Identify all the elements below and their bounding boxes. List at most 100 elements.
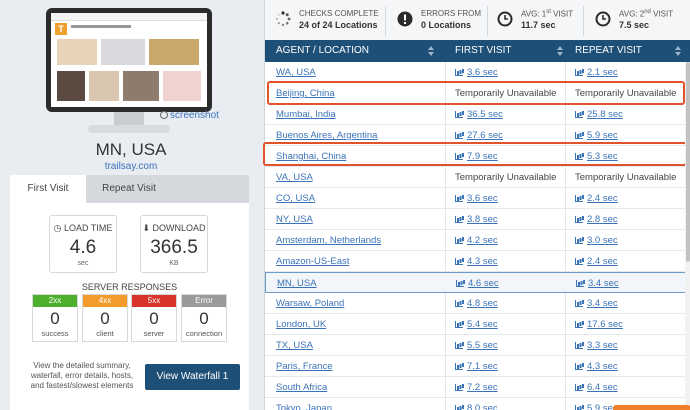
- agent-link[interactable]: WA, USA: [276, 62, 316, 83]
- first-visit-column-header[interactable]: FIRST VISIT: [455, 40, 565, 62]
- table-row[interactable]: WA, USA 3.6 sec 2.1 sec: [265, 62, 690, 83]
- table-row[interactable]: London, UK 5.4 sec 17.6 sec: [265, 314, 690, 335]
- table-row[interactable]: Warsaw, Poland 4.8 sec 3.4 sec: [265, 293, 690, 314]
- download-stat: ⬇ DOWNLOAD 366.5 KB: [140, 215, 208, 273]
- agent-link[interactable]: London, UK: [276, 314, 326, 335]
- first-cell[interactable]: 4.8 sec: [455, 293, 498, 314]
- bar-chart-icon: [575, 300, 583, 307]
- first-cell[interactable]: 36.5 sec: [455, 104, 503, 125]
- bar-chart-icon: [575, 111, 583, 118]
- results-panel: CHECKS COMPLETE 24 of 24 Locations ERROR…: [263, 0, 690, 410]
- repeat-cell[interactable]: 3.3 sec: [575, 335, 618, 356]
- response-count: 0: [100, 309, 110, 328]
- repeat-cell[interactable]: 4.3 sec: [575, 356, 618, 377]
- table-row[interactable]: Amsterdam, Netherlands 4.2 sec 3.0 sec: [265, 230, 690, 251]
- waterfall-note: View the detailed summary, waterfall, er…: [30, 361, 134, 390]
- scrollbar[interactable]: [685, 62, 690, 410]
- download-icon: ⬇: [142, 223, 150, 233]
- first-cell[interactable]: 4.2 sec: [455, 230, 498, 251]
- repeat-cell[interactable]: 2.1 sec: [575, 62, 618, 83]
- table-row[interactable]: VA, USA Temporarily Unavailable Temporaril…: [265, 167, 690, 188]
- agent-link[interactable]: VA, USA: [276, 167, 313, 188]
- bar-chart-icon: [575, 321, 583, 328]
- repeat-cell[interactable]: 2.4 sec: [575, 188, 618, 209]
- tab-first-visit[interactable]: First Visit: [10, 175, 86, 203]
- agent-link[interactable]: NY, USA: [276, 209, 313, 230]
- table-row[interactable]: NY, USA 3.8 sec 2.8 sec: [265, 209, 690, 230]
- clock-icon: [497, 11, 513, 27]
- first-cell[interactable]: 4.6 sec: [456, 273, 499, 294]
- repeat-cell[interactable]: 3.0 sec: [575, 230, 618, 251]
- table-row[interactable]: CO, USA 3.6 sec 2.4 sec: [265, 188, 690, 209]
- response-count: 0: [50, 309, 60, 328]
- repeat-visit-column-header[interactable]: REPEAT VISIT: [575, 40, 685, 62]
- first-cell[interactable]: 8.0 sec: [455, 398, 498, 410]
- clock-icon: ◷: [53, 223, 62, 233]
- table-row[interactable]: MN, USA 4.6 sec 3.4 sec: [265, 272, 690, 293]
- bar-chart-icon: [455, 111, 463, 118]
- repeat-cell[interactable]: 3.4 sec: [575, 293, 618, 314]
- repeat-cell[interactable]: 6.4 sec: [575, 377, 618, 398]
- agent-link[interactable]: Mumbai, India: [276, 104, 336, 125]
- server-responses-title: SERVER RESPONSES: [81, 282, 178, 292]
- bar-chart-icon: [455, 342, 463, 349]
- bar-chart-icon: [575, 405, 583, 410]
- first-cell[interactable]: 7.1 sec: [455, 356, 498, 377]
- location-detail-panel: T screenshot MN, USA trailsay.com First …: [0, 0, 262, 410]
- repeat-cell[interactable]: 17.6 sec: [575, 314, 623, 335]
- view-waterfall-button[interactable]: View Waterfall 1: [145, 364, 240, 390]
- download-value: 366.5: [150, 237, 198, 258]
- table-row[interactable]: Mumbai, India 36.5 sec 25.8 sec: [265, 104, 690, 125]
- repeat-cell[interactable]: 2.8 sec: [575, 209, 618, 230]
- first-cell[interactable]: 3.6 sec: [455, 188, 498, 209]
- bar-chart-icon: [455, 258, 463, 265]
- agent-link[interactable]: TX, USA: [276, 335, 313, 356]
- repeat-cell[interactable]: 25.8 sec: [575, 104, 623, 125]
- repeat-cell[interactable]: 3.4 sec: [576, 273, 619, 294]
- location-title: MN, USA: [95, 140, 167, 159]
- agent-link[interactable]: Amsterdam, Netherlands: [276, 230, 381, 251]
- agent-link[interactable]: Paris, France: [276, 356, 333, 377]
- sort-icon: [557, 46, 563, 56]
- bar-chart-icon: [455, 363, 463, 370]
- agent-link[interactable]: Amazon-US-East: [276, 251, 349, 272]
- response-5xx-box: 5xx 0 server: [131, 294, 177, 342]
- table-row[interactable]: Paris, France 7.1 sec 4.3 sec: [265, 356, 690, 377]
- first-cell[interactable]: 3.6 sec: [455, 62, 498, 83]
- highlight-annotation: [263, 142, 687, 166]
- agent-link[interactable]: CO, USA: [276, 188, 315, 209]
- agent-link[interactable]: Tokyo, Japan: [276, 398, 332, 410]
- bar-chart-icon: [575, 258, 583, 265]
- response-code: Error: [182, 295, 226, 307]
- screenshot-link[interactable]: screenshot: [160, 110, 219, 121]
- first-cell[interactable]: 4.3 sec: [455, 251, 498, 272]
- bar-chart-icon: [455, 384, 463, 391]
- clock-icon: [595, 11, 611, 27]
- bar-chart-icon: [575, 342, 583, 349]
- response-count: 0: [199, 309, 209, 328]
- first-cell[interactable]: 5.5 sec: [455, 335, 498, 356]
- table-row[interactable]: Amazon-US-East 4.3 sec 2.4 sec: [265, 251, 690, 272]
- first-cell[interactable]: 5.4 sec: [455, 314, 498, 335]
- agent-link[interactable]: Warsaw, Poland: [276, 293, 344, 314]
- agent-link[interactable]: MN, USA: [277, 273, 317, 294]
- repeat-cell[interactable]: 2.4 sec: [575, 251, 618, 272]
- table-row[interactable]: TX, USA 5.5 sec 3.3 sec: [265, 335, 690, 356]
- bar-chart-icon: [575, 216, 583, 223]
- alert-icon: [397, 11, 413, 27]
- tab-repeat-visit[interactable]: Repeat Visit: [86, 175, 172, 203]
- repeat-cell[interactable]: 5.9 sec: [575, 398, 618, 410]
- first-cell[interactable]: 7.2 sec: [455, 377, 498, 398]
- agent-link[interactable]: South Africa: [276, 377, 327, 398]
- bar-chart-icon: [455, 237, 463, 244]
- table-row[interactable]: South Africa 7.2 sec 6.4 sec: [265, 377, 690, 398]
- sort-icon: [675, 46, 681, 56]
- bar-chart-icon: [456, 280, 464, 287]
- first-cell[interactable]: 3.8 sec: [455, 209, 498, 230]
- bar-chart-icon: [575, 237, 583, 244]
- feedback-tab[interactable]: [613, 405, 690, 410]
- repeat-cell: Temporarily Unavailable: [575, 172, 677, 183]
- spinner-icon: [276, 11, 291, 27]
- agent-column-header[interactable]: AGENT / LOCATION: [276, 40, 436, 62]
- highlight-annotation: [267, 81, 685, 105]
